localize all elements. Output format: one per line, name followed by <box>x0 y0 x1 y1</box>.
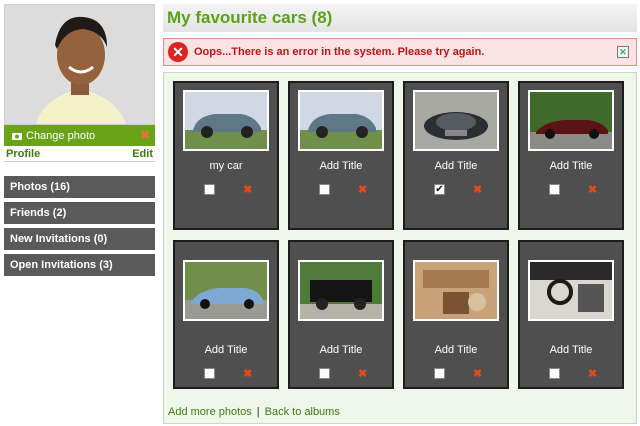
add-more-photos-link[interactable]: Add more photos <box>168 406 252 418</box>
photo-thumbnail[interactable] <box>413 90 499 151</box>
photo-tile: Add Title ✖ <box>288 240 394 389</box>
delete-photo-icon[interactable]: ✖ <box>358 369 367 380</box>
photo-select-checkbox[interactable] <box>319 184 330 195</box>
profile-links: Profile Edit <box>4 146 155 162</box>
photo-title[interactable]: Add Title <box>405 344 507 356</box>
photo-thumbnail[interactable] <box>413 260 499 321</box>
photo-title[interactable]: Add Title <box>290 160 392 172</box>
photo-thumbnail[interactable] <box>183 260 269 321</box>
car-photo-image <box>530 92 612 149</box>
remove-photo-icon[interactable]: ✖ <box>140 129 150 141</box>
photo-tile: Add Title ✖ <box>518 240 624 389</box>
photo-select-checkbox[interactable] <box>319 368 330 379</box>
photo-thumbnail[interactable] <box>183 90 269 151</box>
title-bar: My favourite cars (8) <box>163 4 637 32</box>
car-photo-image <box>185 92 267 149</box>
profile-sidebar: Change photo ✖ Profile Edit Photos (16) … <box>4 4 155 280</box>
delete-photo-icon[interactable]: ✖ <box>473 369 482 380</box>
photo-thumbnail[interactable] <box>298 90 384 151</box>
sidebar-nav: Photos (16) Friends (2) New Invitations … <box>4 176 155 276</box>
error-banner: ✕ Oops...There is an error in the system… <box>163 38 637 66</box>
delete-photo-icon[interactable]: ✖ <box>588 185 597 196</box>
change-photo-label: Change photo <box>26 129 96 142</box>
sidebar-item-photos[interactable]: Photos (16) <box>4 176 155 198</box>
photo-tile: Add Title ✔ ✖ <box>403 81 509 230</box>
photo-tile: Add Title ✖ <box>403 240 509 389</box>
photo-thumbnail[interactable] <box>298 260 384 321</box>
photo-title[interactable]: Add Title <box>290 344 392 356</box>
delete-photo-icon[interactable]: ✖ <box>358 185 367 196</box>
photo-thumbnail[interactable] <box>528 90 614 151</box>
sidebar-item-friends[interactable]: Friends (2) <box>4 202 155 224</box>
photo-thumbnail[interactable] <box>528 260 614 321</box>
photo-tile: Add Title ✖ <box>518 81 624 230</box>
photo-select-checkbox[interactable] <box>549 184 560 195</box>
photo-title[interactable]: Add Title <box>405 160 507 172</box>
album-main: My favourite cars (8) ✕ Oops...There is … <box>163 4 637 424</box>
car-photo-image <box>300 92 382 149</box>
photo-title[interactable]: Add Title <box>175 344 277 356</box>
close-error-button[interactable]: ✕ <box>617 46 629 58</box>
car-photo-image <box>300 262 382 319</box>
footer-separator: | <box>256 406 260 418</box>
photo-select-checkbox[interactable] <box>434 368 445 379</box>
back-to-albums-link[interactable]: Back to albums <box>265 406 340 418</box>
change-photo-button[interactable]: Change photo ✖ <box>4 125 155 146</box>
profile-link[interactable]: Profile <box>6 148 40 160</box>
delete-photo-icon[interactable]: ✖ <box>588 369 597 380</box>
delete-photo-icon[interactable]: ✖ <box>473 185 482 196</box>
page-title: My favourite cars (8) <box>167 8 333 27</box>
photo-title[interactable]: my car <box>175 160 277 172</box>
photo-select-checkbox[interactable] <box>549 368 560 379</box>
album-footer-links: Add more photos | Back to albums <box>168 406 340 418</box>
edit-link[interactable]: Edit <box>132 148 153 160</box>
avatar[interactable] <box>4 4 155 125</box>
camera-icon <box>12 132 22 140</box>
photo-tile: Add Title ✖ <box>173 240 279 389</box>
photo-select-checkbox[interactable] <box>204 368 215 379</box>
delete-photo-icon[interactable]: ✖ <box>243 185 252 196</box>
car-photo-image <box>415 262 497 319</box>
photo-select-checkbox[interactable]: ✔ <box>434 184 445 195</box>
photo-tile: my car ✖ <box>173 81 279 230</box>
error-message: Oops...There is an error in the system. … <box>194 46 485 58</box>
car-photo-image <box>185 262 267 319</box>
car-photo-image <box>530 262 612 319</box>
photo-title[interactable]: Add Title <box>520 344 622 356</box>
sidebar-item-open-invitations[interactable]: Open Invitations (3) <box>4 254 155 276</box>
photo-tile: Add Title ✖ <box>288 81 394 230</box>
sidebar-item-new-invitations[interactable]: New Invitations (0) <box>4 228 155 250</box>
car-photo-image <box>415 92 497 149</box>
error-icon: ✕ <box>168 42 188 62</box>
photo-title[interactable]: Add Title <box>520 160 622 172</box>
photo-grid: my car ✖ Add Title ✖ Add Title ✔ ✖ Add T… <box>163 72 637 424</box>
delete-photo-icon[interactable]: ✖ <box>243 369 252 380</box>
avatar-image <box>5 5 154 124</box>
photo-select-checkbox[interactable] <box>204 184 215 195</box>
